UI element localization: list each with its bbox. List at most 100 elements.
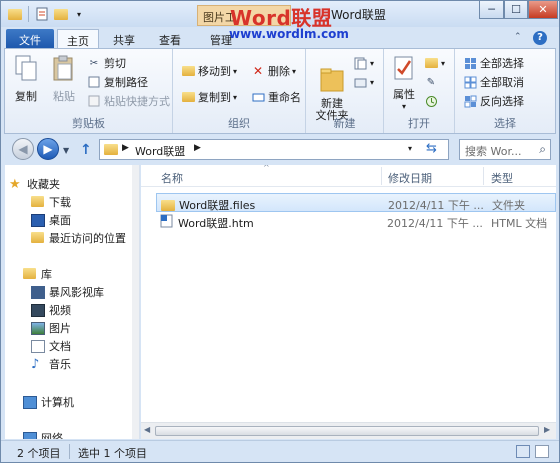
nav-item-downloads[interactable]: 下载 bbox=[31, 193, 71, 211]
address-dropdown-icon[interactable]: ▾ bbox=[408, 144, 412, 153]
help-icon[interactable]: ? bbox=[533, 31, 547, 45]
recent-locations-icon[interactable]: ▼ bbox=[63, 146, 69, 155]
star-icon: ★ bbox=[9, 176, 21, 192]
search-input[interactable]: 搜索 Wor... bbox=[465, 145, 521, 158]
paste-button[interactable]: 粘贴 bbox=[49, 55, 79, 104]
scroll-left-icon[interactable]: ◀ bbox=[144, 425, 150, 434]
paste-shortcut-button[interactable]: 粘贴快捷方式 bbox=[87, 92, 170, 110]
shortcut-icon bbox=[87, 94, 101, 108]
details-view-icon[interactable] bbox=[516, 445, 530, 458]
delete-button[interactable]: ✕ 删除 ▾ bbox=[251, 62, 296, 80]
copy-path-button[interactable]: 复制路径 bbox=[87, 73, 148, 91]
nav-item-desktop[interactable]: 桌面 bbox=[31, 211, 71, 229]
new-item-button[interactable]: ▾ bbox=[353, 54, 374, 72]
invert-selection-button[interactable]: 反向选择 bbox=[463, 92, 524, 110]
address-row: ◀ ▶ ▼ ↑ ▶ Word联盟 ▶ ▾ ⇆ 搜索 Wor... ⌕ bbox=[1, 134, 559, 164]
forward-arrow-icon: ▶ bbox=[43, 142, 53, 156]
history-button[interactable] bbox=[424, 92, 441, 110]
large-icons-view-icon[interactable] bbox=[535, 445, 549, 458]
select-none-button[interactable]: 全部取消 bbox=[463, 73, 524, 91]
nav-network[interactable]: 网络 bbox=[23, 429, 63, 439]
tab-home[interactable]: 主页 bbox=[57, 29, 99, 48]
html-document-icon bbox=[160, 214, 173, 231]
edit-button[interactable]: ✎ bbox=[424, 73, 441, 91]
nav-item-music[interactable]: ♪ 音乐 bbox=[31, 355, 71, 373]
file-tab[interactable]: 文件 bbox=[6, 29, 54, 48]
music-icon: ♪ bbox=[31, 356, 40, 372]
nav-computer[interactable]: 计算机 bbox=[23, 393, 74, 411]
open-button[interactable]: ▾ bbox=[424, 54, 445, 72]
properties-button[interactable]: 属性 ▾ bbox=[388, 55, 420, 111]
back-button[interactable]: ◀ bbox=[12, 138, 34, 160]
tab-share[interactable]: 共享 bbox=[105, 29, 143, 48]
explorer-window: ▾ 图片工 Word联盟 Word联盟 ─ ☐ ✕ 文件 主页 共享 查看 管理… bbox=[0, 0, 560, 463]
folder-app-icon[interactable] bbox=[7, 6, 23, 22]
forward-button[interactable]: ▶ bbox=[37, 138, 59, 160]
breadcrumb-segment[interactable]: Word联盟 bbox=[135, 143, 185, 159]
search-box[interactable]: 搜索 Wor... ⌕ bbox=[459, 139, 551, 160]
column-header: ^ 名称 修改日期 类型 bbox=[141, 165, 556, 187]
file-type: 文件夹 bbox=[492, 199, 525, 212]
breadcrumb-chevron-icon[interactable]: ▶ bbox=[122, 143, 129, 153]
column-name[interactable]: 名称 bbox=[161, 170, 183, 186]
scrollbar-thumb[interactable] bbox=[155, 426, 539, 436]
select-group: 全部选择 全部取消 反向选择 选择 bbox=[455, 49, 555, 133]
scroll-right-icon[interactable]: ▶ bbox=[544, 425, 550, 434]
nav-libraries[interactable]: 库 bbox=[23, 265, 52, 283]
table-row[interactable]: Word联盟.files 2012/4/11 下午 ... 文件夹 bbox=[156, 193, 556, 212]
tab-view[interactable]: 查看 bbox=[151, 29, 189, 48]
clipboard-group: 复制 粘贴 ✂ 剪切 复制路径 粘贴快捷方式 剪贴板 bbox=[5, 49, 173, 133]
select-none-icon bbox=[463, 75, 477, 89]
back-arrow-icon: ◀ bbox=[18, 142, 28, 156]
desktop-icon bbox=[31, 213, 45, 227]
easy-access-button[interactable]: ▾ bbox=[353, 73, 374, 91]
history-icon bbox=[424, 94, 438, 108]
column-type[interactable]: 类型 bbox=[491, 170, 513, 186]
file-date: 2012/4/11 下午 ... bbox=[388, 199, 484, 212]
rename-icon bbox=[251, 90, 265, 104]
edit-icon: ✎ bbox=[426, 76, 436, 88]
move-folder-icon bbox=[181, 64, 195, 78]
cut-button[interactable]: ✂ 剪切 bbox=[87, 54, 126, 72]
breadcrumb-chevron-icon[interactable]: ▶ bbox=[194, 143, 201, 153]
select-all-icon bbox=[463, 56, 477, 70]
nav-scrollbar[interactable] bbox=[132, 165, 139, 439]
copy-button[interactable]: 复制 bbox=[11, 55, 41, 104]
nav-item-recent[interactable]: 最近访问的位置 bbox=[31, 229, 126, 247]
nav-item-videos[interactable]: 视频 bbox=[31, 301, 71, 319]
close-button[interactable]: ✕ bbox=[528, 1, 558, 19]
search-icon[interactable]: ⌕ bbox=[539, 142, 546, 157]
nav-item-documents[interactable]: 文档 bbox=[31, 337, 71, 355]
column-date[interactable]: 修改日期 bbox=[388, 170, 432, 186]
properties-icon bbox=[394, 56, 413, 80]
new-folder-qat-icon[interactable] bbox=[53, 6, 69, 22]
up-arrow-icon[interactable]: ↑ bbox=[80, 142, 92, 158]
minimize-button[interactable]: ─ bbox=[479, 1, 504, 19]
select-all-button[interactable]: 全部选择 bbox=[463, 54, 524, 72]
nav-item-pictures[interactable]: 图片 bbox=[31, 319, 71, 337]
library-icon bbox=[23, 267, 37, 281]
clipboard-group-label: 剪贴板 bbox=[72, 117, 105, 130]
delete-x-icon: ✕ bbox=[252, 64, 264, 78]
qat-dropdown-icon[interactable]: ▾ bbox=[71, 6, 87, 22]
video-library-icon bbox=[31, 285, 45, 299]
maximize-button[interactable]: ☐ bbox=[504, 1, 528, 19]
horizontal-scrollbar[interactable]: ◀ ▶ bbox=[141, 422, 556, 439]
refresh-icon[interactable]: ⇆ bbox=[426, 141, 437, 156]
rename-button[interactable]: 重命名 bbox=[251, 88, 301, 106]
documents-icon bbox=[31, 339, 45, 353]
move-to-button[interactable]: 移动到 ▾ bbox=[181, 62, 237, 80]
organize-group: 移动到 ▾ 复制到 ▾ ✕ 删除 ▾ 重命名 组织 bbox=[173, 49, 306, 133]
item-count: 2 个项目 bbox=[17, 447, 61, 460]
paste-icon bbox=[53, 55, 73, 81]
new-item-icon bbox=[353, 56, 367, 70]
nav-item-storm-library[interactable]: 暴风影视库 bbox=[31, 283, 104, 301]
minimize-ribbon-icon[interactable]: ⌃ bbox=[514, 32, 522, 42]
nav-favorites[interactable]: ★ 收藏夹 bbox=[9, 175, 60, 193]
properties-qat-icon[interactable] bbox=[34, 6, 50, 22]
copy-to-button[interactable]: 复制到 ▾ bbox=[181, 88, 237, 106]
address-bar[interactable]: ▶ Word联盟 ▶ ▾ ⇆ bbox=[99, 139, 449, 160]
downloads-icon bbox=[31, 195, 45, 209]
computer-icon bbox=[23, 395, 37, 409]
table-row[interactable]: Word联盟.htm 2012/4/11 下午 ... HTML 文档 bbox=[156, 212, 556, 231]
